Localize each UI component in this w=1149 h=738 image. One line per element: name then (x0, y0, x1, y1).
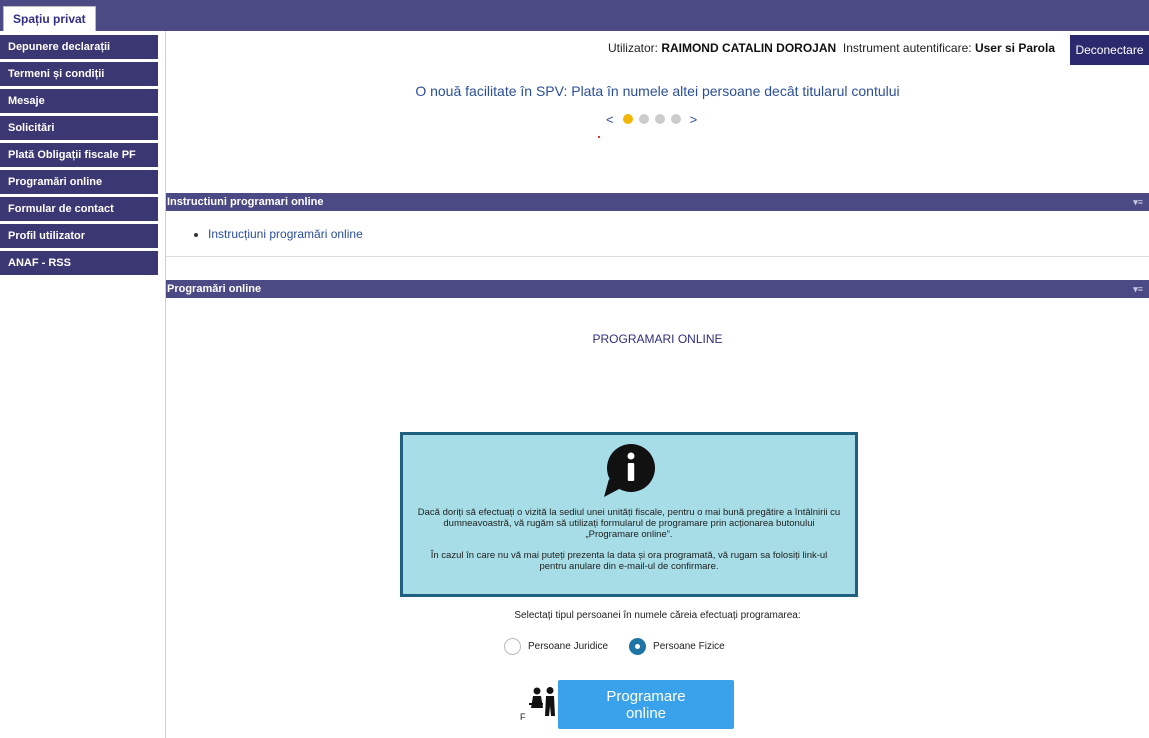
sidebar-item-termeni-conditii[interactable]: Termeni și condiții (0, 62, 158, 86)
instructions-list: Instrucțiuni programări online (166, 227, 1149, 241)
programari-heading: PROGRAMARI ONLINE (592, 332, 723, 346)
carousel-prev-button[interactable]: < (606, 112, 614, 127)
sidebar-item-formular-contact[interactable]: Formular de contact (0, 197, 158, 221)
button-line-2: online (625, 704, 667, 722)
carousel-dot[interactable] (670, 114, 681, 124)
programari-panel-title: Programări online (167, 283, 262, 295)
programare-online-button[interactable]: Programare online (558, 680, 734, 729)
info-paragraph-2: În cazul în care nu vă mai puteți prezen… (430, 550, 828, 572)
sidebar: Depunere declarații Termeni și condiții … (0, 35, 158, 278)
logout-button[interactable]: Deconectare (1070, 35, 1149, 65)
instructions-panel-header: Instructiuni programari online ▾≡ (166, 193, 1149, 211)
radio-label-fizice[interactable]: Persoane Fizice (653, 641, 725, 652)
carousel-next-button[interactable]: > (690, 112, 698, 127)
announcement-carousel: < > (603, 111, 700, 127)
sidebar-item-depunere-declaratii[interactable]: Depunere declarații (0, 35, 158, 59)
radio-persoane-fizice[interactable] (629, 638, 647, 655)
user-prefix: Utilizator: (607, 41, 658, 55)
info-paragraph-1: Dacă doriți să efectuați o vizită la sed… (417, 507, 841, 540)
icon-letter: F (520, 712, 526, 722)
instructions-panel-title: Instructiuni programari online (167, 196, 324, 208)
content-divider (165, 31, 166, 738)
auth-prefix: Instrument autentificare: (842, 41, 972, 55)
user-info: Utilizator: RAIMOND CATALIN DOROJAN Inst… (608, 41, 1055, 55)
programari-panel-header: Programări online ▾≡ (166, 280, 1149, 298)
sidebar-item-programari-online[interactable]: Programări online (0, 170, 158, 194)
decorative-dot (598, 136, 600, 138)
radio-persoane-juridice[interactable] (504, 638, 521, 655)
sidebar-item-mesaje[interactable]: Mesaje (0, 89, 158, 113)
info-bubble-icon (601, 443, 657, 506)
instructions-link[interactable]: Instrucțiuni programări online (208, 227, 363, 241)
people-icon (528, 686, 558, 721)
person-type-label: Selectați tipul persoanei în numele căre… (514, 610, 801, 621)
user-name: RAIMOND CATALIN DOROJAN (661, 41, 837, 55)
sidebar-item-profil-utilizator[interactable]: Profil utilizator (0, 224, 158, 248)
announcement-text[interactable]: O nouă facilitate în SPV: Plata în numel… (166, 83, 1149, 99)
info-box: Dacă doriți să efectuați o vizită la sed… (400, 432, 858, 597)
list-item: Instrucțiuni programări online (208, 227, 1149, 241)
info-text: Dacă doriți să efectuați o vizită la sed… (403, 507, 855, 582)
tab-spatiu-privat[interactable]: Spațiu privat (3, 6, 96, 31)
sidebar-item-solicitari[interactable]: Solicitări (0, 116, 158, 140)
sidebar-item-plata-obligatii[interactable]: Plată Obligații fiscale PF (0, 143, 158, 167)
panel-toggle-icon[interactable]: ▾≡ (1133, 193, 1143, 211)
carousel-dot[interactable] (638, 114, 649, 124)
button-line-1: Programare (606, 687, 686, 705)
sidebar-item-anaf-rss[interactable]: ANAF - RSS (0, 251, 158, 275)
top-bar (0, 0, 1149, 31)
instructions-panel-body: Instrucțiuni programări online (166, 211, 1149, 257)
carousel-dot[interactable] (622, 114, 633, 124)
person-type-radio-group: Persoane Juridice Persoane Fizice (504, 638, 725, 655)
carousel-dot[interactable] (654, 114, 665, 124)
auth-method: User si Parola (974, 41, 1055, 55)
panel-toggle-icon[interactable]: ▾≡ (1133, 280, 1143, 298)
radio-label-juridice[interactable]: Persoane Juridice (528, 641, 608, 652)
